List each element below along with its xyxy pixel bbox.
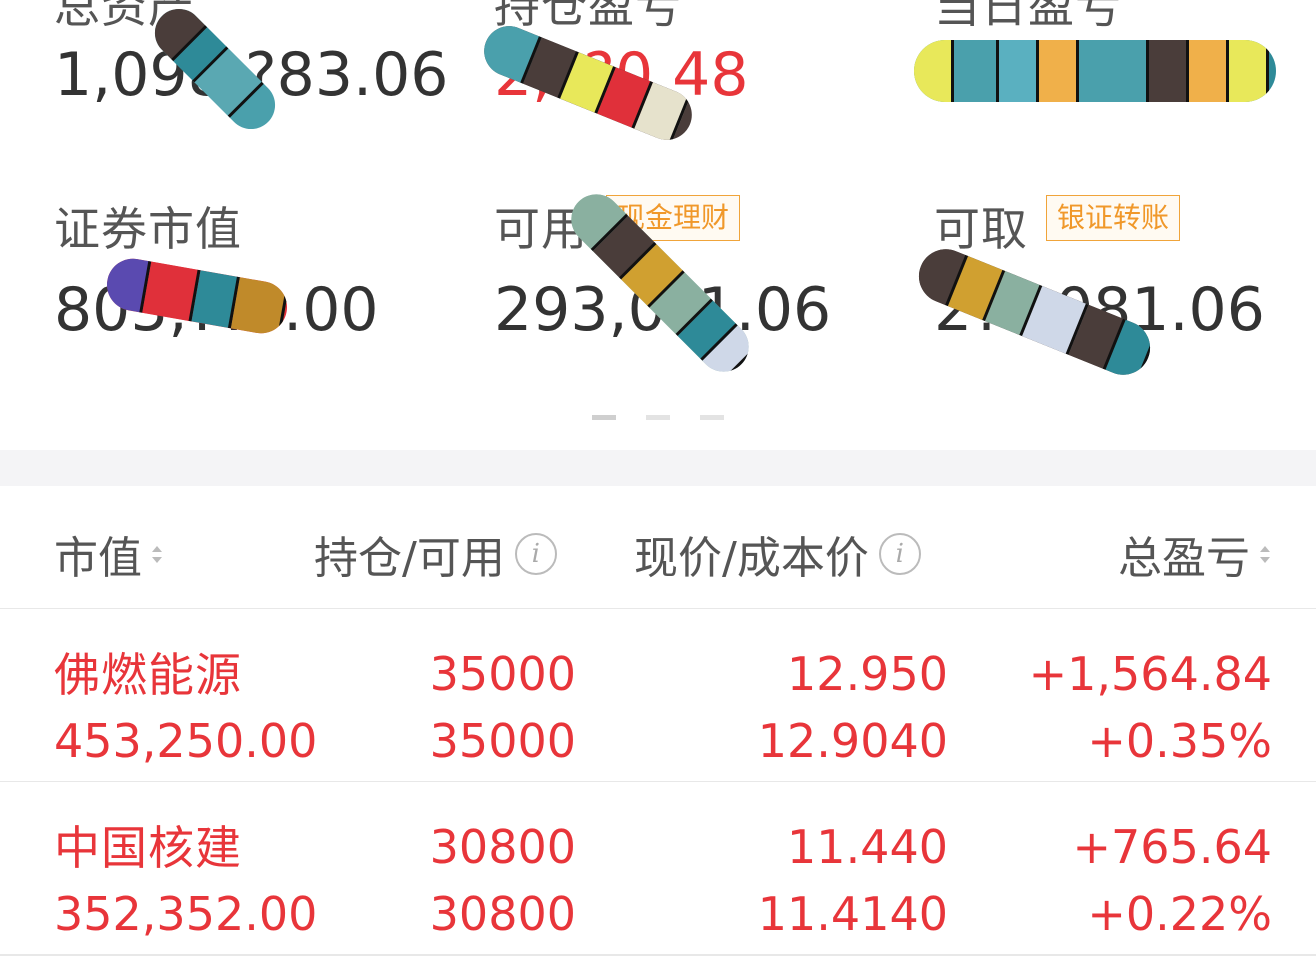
holdings-table-header: 市值 持仓/可用 i 现价/成本价 i 总盈亏 bbox=[0, 486, 1316, 610]
total-pnl-percent: +0.35% bbox=[1087, 714, 1272, 768]
total-pnl: +765.64 bbox=[1072, 820, 1273, 874]
price-cost-header-cell: 现价/成本价 i bbox=[634, 522, 921, 586]
total-pnl-percent: +0.22% bbox=[1087, 887, 1272, 941]
daily-pnl-label: 当日盈亏 bbox=[934, 0, 1122, 33]
cost-price: 11.4140 bbox=[757, 887, 948, 941]
position-qty: 30800 bbox=[429, 820, 576, 874]
current-price: 11.440 bbox=[787, 820, 948, 874]
sort-icon bbox=[1260, 545, 1270, 563]
stock-market-value: 453,250.00 bbox=[54, 714, 318, 768]
account-summary-panel: 总资产 1,098,?83.06 持仓盈亏 2,??0.48 当日盈亏 证券市值… bbox=[0, 0, 1316, 450]
sort-icon bbox=[152, 545, 162, 563]
total-pnl: +1,564.84 bbox=[1028, 647, 1272, 701]
available-qty: 30800 bbox=[429, 887, 576, 941]
current-price: 12.950 bbox=[787, 647, 948, 701]
cost-price: 12.9040 bbox=[757, 714, 948, 768]
market-value-header: 市值 bbox=[54, 533, 142, 584]
available-qty: 35000 bbox=[429, 714, 576, 768]
info-icon[interactable]: i bbox=[878, 533, 921, 575]
position-qty: 35000 bbox=[429, 647, 576, 701]
summary-page-indicator[interactable] bbox=[592, 415, 724, 420]
section-divider bbox=[0, 450, 1316, 486]
page-dot-2[interactable] bbox=[646, 415, 670, 420]
redaction-mark bbox=[914, 40, 1276, 102]
page-dot-1[interactable] bbox=[592, 415, 616, 420]
holding-row[interactable]: 佛燃能源 453,250.00 35000 35000 12.950 12.90… bbox=[0, 609, 1316, 783]
info-icon[interactable]: i bbox=[514, 533, 557, 575]
stock-market-value: 352,352.00 bbox=[54, 887, 318, 941]
price-cost-header: 现价/成本价 bbox=[634, 533, 869, 584]
securities-value-label: 证券市值 bbox=[54, 202, 242, 256]
stock-name: 中国核建 bbox=[54, 821, 242, 875]
total-pnl-header: 总盈亏 bbox=[1118, 533, 1250, 584]
sort-total-pnl[interactable]: 总盈亏 bbox=[1118, 522, 1270, 586]
stock-name: 佛燃能源 bbox=[54, 648, 242, 702]
page-dot-3[interactable] bbox=[700, 415, 724, 420]
holding-row[interactable]: 中国核建 352,352.00 30800 30800 11.440 11.41… bbox=[0, 782, 1316, 956]
position-available-header: 持仓/可用 bbox=[314, 533, 505, 584]
sort-market-value[interactable]: 市值 bbox=[54, 522, 162, 586]
position-available-header-cell: 持仓/可用 i bbox=[314, 522, 557, 586]
bank-transfer-button[interactable]: 银证转账 bbox=[1046, 195, 1181, 241]
